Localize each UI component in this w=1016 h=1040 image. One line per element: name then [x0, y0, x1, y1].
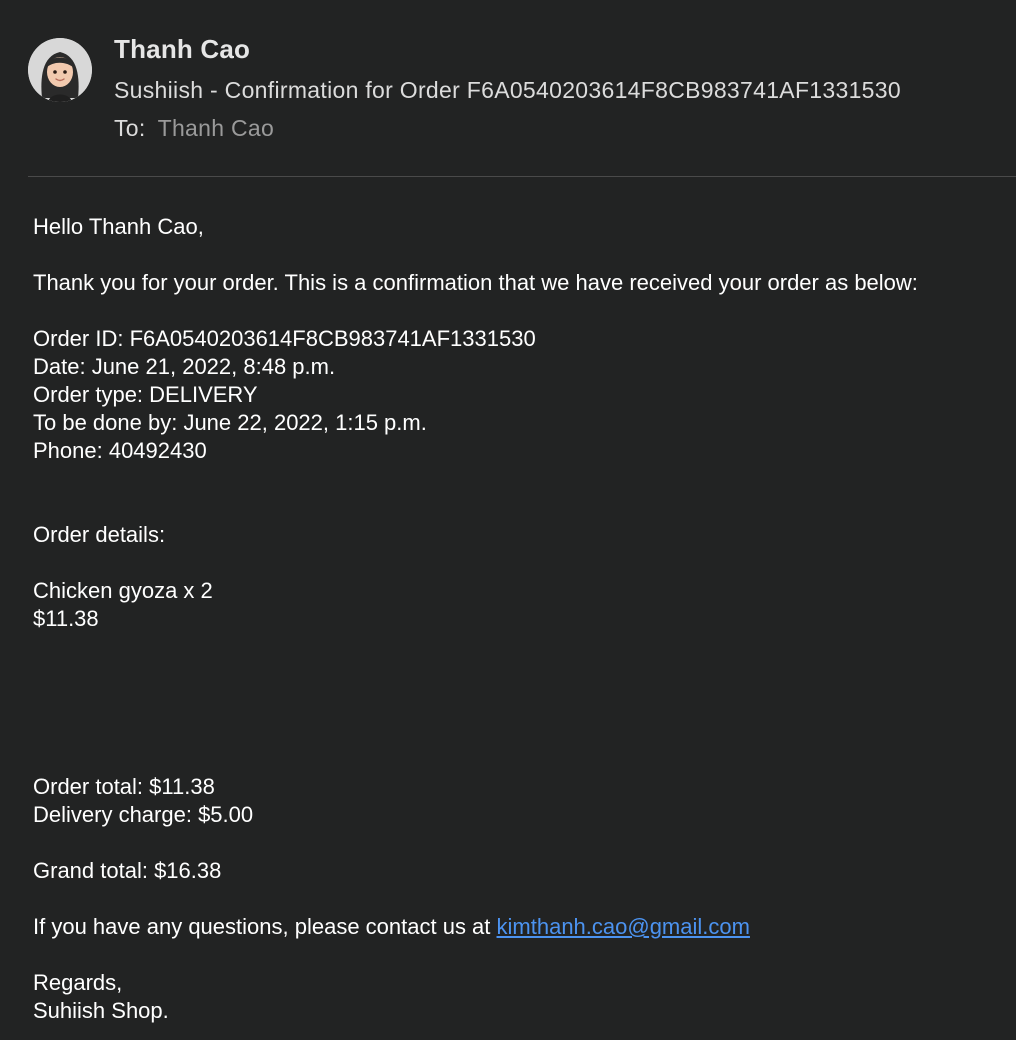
- email-body: Hello Thanh Cao, Thank you for your orde…: [33, 213, 1013, 1025]
- avatar[interactable]: [28, 38, 92, 102]
- email-subject: Sushiish - Confirmation for Order F6A054…: [114, 77, 901, 103]
- order-details-heading: Order details:: [33, 522, 166, 547]
- contact-line: If you have any questions, please contac…: [33, 913, 1013, 941]
- recipient-row: To: Thanh Cao: [114, 115, 274, 142]
- to-label: To:: [114, 115, 146, 141]
- recipient-name[interactable]: Thanh Cao: [158, 115, 275, 141]
- done-by: To be done by: June 22, 2022, 1:15 p.m.: [33, 410, 427, 435]
- questions-text: If you have any questions, please contac…: [33, 914, 497, 939]
- order-type: Order type: DELIVERY: [33, 382, 258, 407]
- intro-text: Thank you for your order. This is a conf…: [33, 270, 918, 295]
- item-price: $11.38: [33, 606, 99, 631]
- contact-email-link[interactable]: kimthanh.cao@gmail.com: [497, 914, 750, 939]
- header-divider: [28, 176, 1016, 177]
- greeting: Hello Thanh Cao,: [33, 214, 204, 239]
- grand-total: Grand total: $16.38: [33, 858, 222, 883]
- delivery-charge: Delivery charge: $5.00: [33, 802, 254, 827]
- order-date: Date: June 21, 2022, 8:48 p.m.: [33, 354, 336, 379]
- order-total: Order total: $11.38: [33, 774, 215, 799]
- regards: Regards,: [33, 970, 123, 995]
- memoji-avatar-icon: [28, 38, 92, 102]
- item-name: Chicken gyoza x 2: [33, 578, 213, 603]
- email-header: Thanh Cao Sushiish - Confirmation for Or…: [0, 0, 1016, 178]
- signature: Suhiish Shop.: [33, 998, 169, 1023]
- order-id: Order ID: F6A0540203614F8CB983741AF13315…: [33, 326, 536, 351]
- phone: Phone: 40492430: [33, 438, 207, 463]
- sender-name[interactable]: Thanh Cao: [114, 34, 250, 65]
